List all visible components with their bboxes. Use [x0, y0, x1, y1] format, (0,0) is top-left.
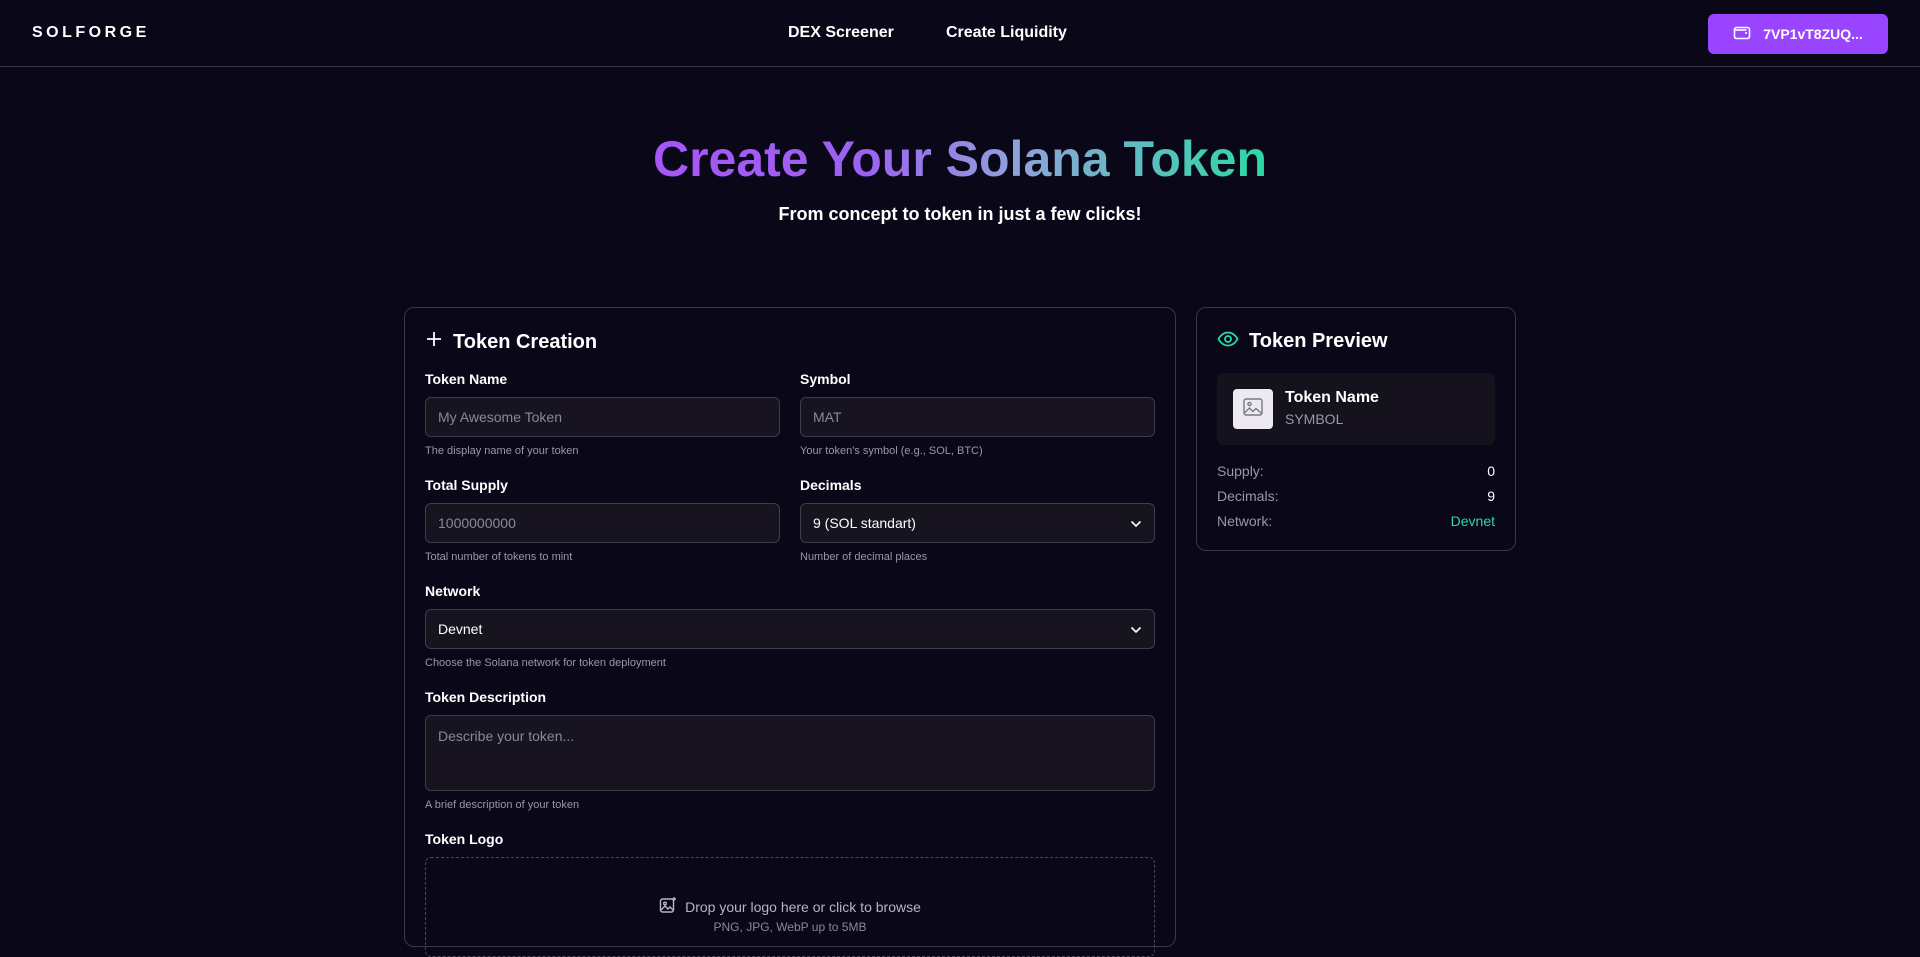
description-label: Token Description — [425, 689, 547, 705]
chevron-down-icon — [1130, 515, 1142, 531]
token-preview-title: Token Preview — [1249, 330, 1388, 352]
network-label: Network — [425, 583, 481, 599]
token-logo-placeholder — [1233, 389, 1273, 429]
symbol-label: Symbol — [800, 371, 851, 387]
image-placeholder-icon — [1243, 397, 1263, 421]
dropzone-text: Drop your logo here or click to browse — [685, 898, 921, 915]
token-preview-summary: Token Name SYMBOL — [1217, 373, 1495, 445]
stat-value: 9 — [1487, 488, 1495, 504]
token-logo-label: Token Logo — [425, 831, 504, 847]
token-name-hint: The display name of your token — [425, 445, 579, 457]
stat-value: 0 — [1487, 463, 1495, 479]
decimals-hint: Number of decimal places — [800, 551, 928, 563]
token-name-label: Token Name — [425, 371, 508, 387]
page-subtitle: From concept to token in just a few clic… — [778, 204, 1142, 224]
symbol-hint: Your token's symbol (e.g., SOL, BTC) — [800, 445, 983, 457]
eye-icon — [1217, 330, 1239, 353]
stat-row-decimals: Decimals: 9 — [1217, 488, 1495, 504]
page-title-text: Create Your Solana Token — [652, 131, 1268, 187]
network-selected-value: Devnet — [438, 621, 483, 637]
decimals-label: Decimals — [800, 477, 862, 493]
wallet-icon — [1733, 25, 1751, 44]
stat-row-network: Network: Devnet — [1217, 513, 1495, 529]
stat-value: Devnet — [1450, 513, 1495, 529]
preview-token-symbol: SYMBOL — [1285, 411, 1344, 427]
logo-dropzone[interactable]: Drop your logo here or click to browse P… — [425, 857, 1155, 957]
nav-link-dex-screener[interactable]: DEX Screener — [788, 24, 894, 42]
image-upload-icon — [659, 896, 677, 917]
wallet-address: 7VP1vT8ZUQ... — [1763, 26, 1863, 42]
token-creation-header: Token Creation — [425, 330, 597, 354]
total-supply-input[interactable] — [425, 503, 780, 543]
stat-row-supply: Supply: 0 — [1217, 463, 1495, 479]
nav-link-create-liquidity[interactable]: Create Liquidity — [946, 24, 1067, 42]
top-navbar: SOLFORGE DEX Screener Create Liquidity 7… — [0, 0, 1920, 67]
plus-icon — [425, 330, 443, 354]
logo-text[interactable]: SOLFORGE — [32, 24, 150, 42]
stat-key: Network: — [1217, 513, 1273, 529]
token-creation-title: Token Creation — [453, 330, 598, 353]
symbol-input[interactable] — [800, 397, 1155, 437]
chevron-down-icon — [1130, 621, 1142, 637]
decimals-select[interactable]: 9 (SOL standart) — [800, 503, 1155, 543]
page-title: Create Your Solana Token — [0, 130, 1920, 188]
token-preview-header: Token Preview — [1217, 330, 1388, 353]
stat-key: Decimals: — [1217, 488, 1279, 504]
preview-token-name: Token Name — [1285, 389, 1379, 406]
description-textarea[interactable] — [425, 715, 1155, 791]
token-name-input[interactable] — [425, 397, 780, 437]
dropzone-subtext: PNG, JPG, WebP up to 5MB — [713, 920, 867, 934]
dropzone-prompt: Drop your logo here or click to browse — [426, 896, 1154, 917]
token-preview-card: Token Preview Token Name SYMBOL Supply: … — [1196, 307, 1516, 551]
total-supply-hint: Total number of tokens to mint — [425, 551, 573, 563]
wallet-button[interactable]: 7VP1vT8ZUQ... — [1708, 14, 1888, 54]
network-select[interactable]: Devnet — [425, 609, 1155, 649]
decimals-selected-value: 9 (SOL standart) — [813, 515, 916, 531]
description-hint: A brief description of your token — [425, 799, 580, 811]
token-creation-card: Token Creation Token Name The display na… — [404, 307, 1176, 957]
stat-key: Supply: — [1217, 463, 1264, 479]
total-supply-label: Total Supply — [425, 477, 508, 493]
network-hint: Choose the Solana network for token depl… — [425, 657, 666, 669]
